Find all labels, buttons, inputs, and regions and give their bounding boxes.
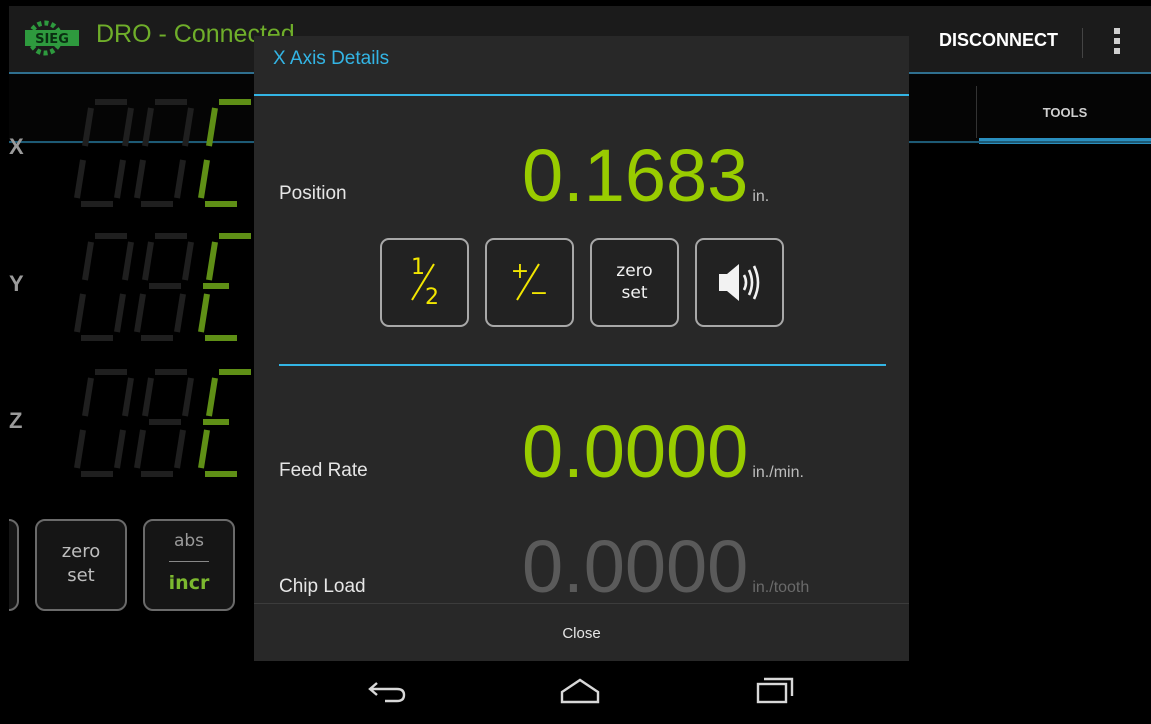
abs-label: abs — [173, 531, 205, 551]
tab-tools[interactable]: TOOLS — [979, 74, 1151, 144]
partial-button[interactable] — [9, 519, 19, 611]
plus-minus-top: + — [511, 259, 529, 284]
chip-load-unit: in./tooth — [752, 579, 810, 596]
sieg-logo-icon: SIEG — [25, 20, 79, 56]
zero-set-line2: set — [67, 565, 95, 586]
feed-rate-label: Feed Rate — [279, 460, 368, 481]
position-label: Position — [279, 183, 347, 204]
close-button[interactable]: Close — [254, 603, 909, 661]
close-label: Close — [562, 625, 601, 642]
speaker-button[interactable] — [695, 238, 784, 327]
dialog-section-divider — [279, 364, 886, 366]
speaker-icon — [719, 264, 760, 301]
half-top: 1 — [411, 255, 425, 280]
feed-rate-unit: in./min. — [752, 464, 804, 481]
zero-set-button[interactable]: zero set — [35, 519, 127, 611]
axis-label-z: Z — [9, 408, 23, 433]
disconnect-button[interactable]: DISCONNECT — [939, 30, 1058, 51]
dialog-title: X Axis Details — [273, 48, 390, 69]
chip-load-label: Chip Load — [279, 576, 366, 597]
plus-minus-icon: + − — [511, 259, 548, 306]
z-axis-readout[interactable] — [69, 364, 269, 484]
zero-set-dialog-line1: zero — [616, 261, 653, 281]
zero-set-dialog-line2: set — [621, 283, 648, 303]
position-value: 0.1683 — [522, 134, 749, 217]
screen: SIEG DRO - Connected DISCONNECT TOOLS X … — [9, 6, 1151, 724]
chip-load-value: 0.0000 — [522, 525, 749, 608]
half-icon: 1 2 — [411, 255, 439, 310]
abs-incr-button[interactable]: abs incr — [143, 519, 235, 611]
incr-label: incr — [168, 572, 210, 594]
abs-incr-divider — [169, 561, 209, 562]
tab-separator — [976, 86, 977, 138]
feed-rate-readout: 0.0000 in./min. — [522, 415, 804, 489]
x-axis-readout[interactable] — [69, 94, 269, 214]
half-bottom: 2 — [425, 285, 439, 310]
y-axis-readout[interactable] — [69, 228, 269, 348]
zero-set-dialog-button[interactable]: zero set — [590, 238, 679, 327]
recents-icon[interactable] — [756, 675, 794, 705]
axis-label-x: X — [9, 134, 24, 159]
x-axis-details-dialog: X Axis Details Position 0.1683 in. 1 2 + … — [254, 36, 909, 661]
dialog-title-divider — [254, 94, 909, 96]
position-readout: 0.1683 in. — [522, 139, 769, 213]
home-icon[interactable] — [559, 676, 601, 706]
tab-tools-label: TOOLS — [1042, 105, 1088, 120]
plus-minus-button[interactable]: + − — [485, 238, 574, 327]
zero-set-line1: zero — [61, 541, 101, 562]
axis-label-y: Y — [9, 271, 24, 296]
action-bar-divider — [1082, 28, 1083, 58]
position-unit: in. — [752, 188, 770, 205]
back-icon[interactable] — [367, 678, 407, 704]
plus-minus-bottom: − — [530, 281, 548, 306]
chip-load-readout: 0.0000 in./tooth — [522, 530, 809, 604]
overflow-menu-icon[interactable] — [1113, 28, 1121, 56]
feed-rate-value: 0.0000 — [522, 410, 749, 493]
half-button[interactable]: 1 2 — [380, 238, 469, 327]
svg-text:SIEG: SIEG — [35, 32, 69, 47]
navigation-bar — [9, 662, 1151, 724]
